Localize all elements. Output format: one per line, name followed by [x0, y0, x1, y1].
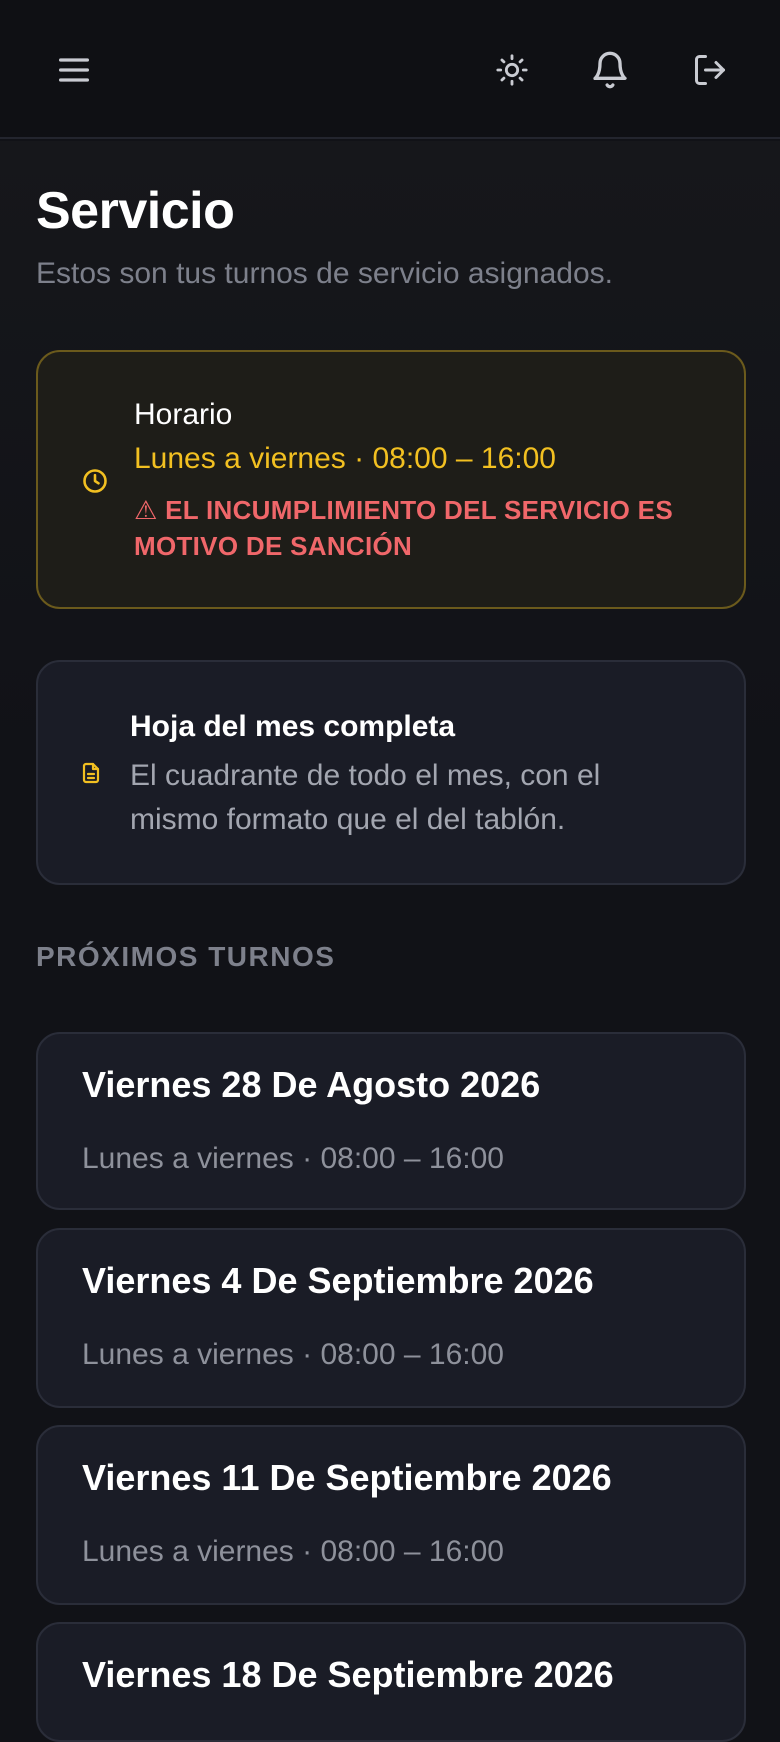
upcoming-shifts-label: PRÓXIMOS TURNOS	[36, 941, 336, 972]
logout-icon[interactable]	[686, 46, 734, 94]
top-bar	[0, 0, 780, 139]
sanction-warning: ⚠ EL INCUMPLIMIENTO DEL SERVICIO ES MOTI…	[134, 495, 673, 561]
bell-icon[interactable]	[586, 46, 634, 94]
shift-time: Lunes a viernes · 08:00 – 16:00	[82, 1338, 504, 1371]
schedule-title: Horario	[134, 398, 233, 431]
shift-date: Viernes 18 De Septiembre 2026	[82, 1654, 614, 1695]
month-sheet-description: El cuadrante de todo el mes, con el mism…	[130, 759, 601, 836]
shift-card[interactable]: Viernes 4 De Septiembre 2026 Lunes a vie…	[36, 1228, 746, 1408]
menu-icon[interactable]	[50, 46, 98, 94]
shift-time: Lunes a viernes · 08:00 – 16:00	[82, 1142, 504, 1175]
shift-card[interactable]: Viernes 11 De Septiembre 2026 Lunes a vi…	[36, 1425, 746, 1605]
sun-icon[interactable]	[488, 46, 536, 94]
shift-card[interactable]: Viernes 28 De Agosto 2026 Lunes a vierne…	[36, 1032, 746, 1210]
month-sheet-card[interactable]: Hoja del mes completa El cuadrante de to…	[36, 660, 746, 885]
shift-card[interactable]: Viernes 18 De Septiembre 2026	[36, 1622, 746, 1742]
month-sheet-title: Hoja del mes completa	[130, 710, 456, 743]
schedule-time: Lunes a viernes · 08:00 – 16:00	[134, 442, 556, 475]
page-title: Servicio	[36, 182, 235, 240]
page-subtitle: Estos son tus turnos de servicio asignad…	[36, 257, 613, 290]
document-icon	[76, 758, 106, 788]
clock-icon	[80, 466, 110, 496]
schedule-card: Horario Lunes a viernes · 08:00 – 16:00 …	[36, 350, 746, 609]
shift-date: Viernes 28 De Agosto 2026	[82, 1064, 541, 1105]
shift-date: Viernes 11 De Septiembre 2026	[82, 1457, 612, 1498]
shift-date: Viernes 4 De Septiembre 2026	[82, 1260, 594, 1301]
shift-time: Lunes a viernes · 08:00 – 16:00	[82, 1535, 504, 1568]
main-content: Servicio Estos son tus turnos de servici…	[0, 141, 780, 1742]
